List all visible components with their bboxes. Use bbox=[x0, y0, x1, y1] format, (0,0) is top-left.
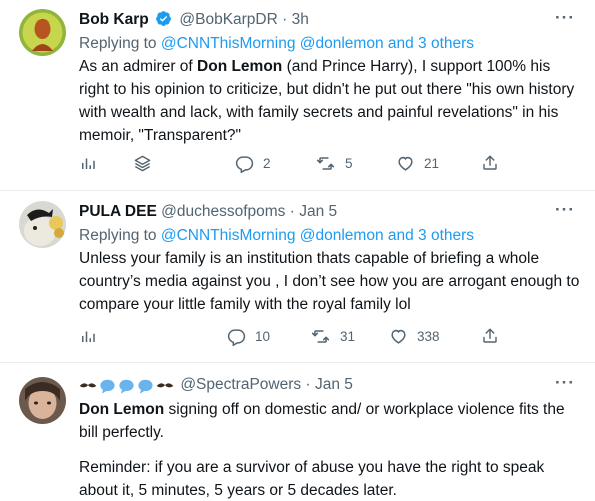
analytics-button[interactable] bbox=[79, 324, 97, 348]
timestamp[interactable]: Jan 5 bbox=[315, 376, 353, 393]
action-bar: 10 31 338 bbox=[79, 324, 499, 348]
tweet-text-paragraph-2: Reminder: if you are a survivor of abuse… bbox=[79, 459, 549, 499]
action-bar: 2 5 21 bbox=[79, 151, 499, 175]
more-icon[interactable]: ··· bbox=[555, 9, 575, 27]
retweet-button[interactable]: 5 bbox=[315, 151, 353, 175]
retweet-icon bbox=[316, 156, 335, 170]
tweet-text: Don Lemon signing off on domestic and/ o… bbox=[79, 398, 583, 444]
author-handle[interactable]: @BobKarpDR bbox=[179, 11, 277, 28]
speech-bubble-emoji-icon bbox=[100, 379, 115, 394]
verified-badge-icon bbox=[155, 10, 172, 34]
replying-prefix: Replying to bbox=[79, 35, 157, 52]
reply-button[interactable]: 2 bbox=[235, 151, 271, 175]
retweet-button[interactable]: 31 bbox=[310, 324, 355, 348]
share-icon bbox=[483, 328, 497, 343]
reply-icon bbox=[227, 328, 246, 346]
mention-bold: Don Lemon bbox=[197, 58, 283, 75]
replying-to-line: Replying to @CNNThisMorning @donlemon an… bbox=[79, 33, 585, 55]
more-icon[interactable]: ··· bbox=[555, 201, 575, 219]
separator-dot: · bbox=[282, 11, 288, 28]
like-count: 338 bbox=[417, 328, 440, 344]
stack-button[interactable] bbox=[133, 151, 152, 175]
like-button[interactable]: 21 bbox=[396, 151, 439, 175]
replying-to-links[interactable]: @CNNThisMorning @donlemon and 3 others bbox=[161, 35, 474, 52]
avatar-image bbox=[19, 377, 66, 424]
timeline: Bob Karp @BobKarpDR · 3h ··· Replying to… bbox=[0, 0, 595, 501]
author-name[interactable]: PULA DEE bbox=[79, 203, 157, 220]
like-icon bbox=[391, 329, 406, 344]
author-handle[interactable]: @SpectraPowers bbox=[180, 376, 301, 393]
retweet-count: 31 bbox=[340, 328, 356, 344]
replying-to-links[interactable]: @CNNThisMorning @donlemon and 3 others bbox=[161, 227, 474, 244]
tweet-text: Unless your family is an institution tha… bbox=[79, 250, 584, 313]
analytics-icon bbox=[82, 331, 95, 342]
tweet-header: @SpectraPowers · Jan 5 ··· bbox=[79, 374, 575, 396]
analytics-icon bbox=[82, 158, 95, 169]
mustache-emoji-icon bbox=[156, 383, 174, 388]
share-button[interactable] bbox=[481, 151, 499, 175]
like-button[interactable]: 338 bbox=[389, 324, 440, 348]
retweet-icon bbox=[311, 329, 330, 343]
replying-prefix: Replying to bbox=[79, 227, 157, 244]
speech-bubble-emoji-icon bbox=[138, 379, 153, 394]
tweet-header: PULA DEE @duchessofpoms · Jan 5 ··· bbox=[79, 201, 575, 223]
avatar[interactable] bbox=[19, 9, 66, 56]
avatar[interactable] bbox=[19, 201, 66, 248]
analytics-button[interactable] bbox=[79, 151, 97, 175]
avatar-image bbox=[19, 9, 66, 56]
share-icon bbox=[483, 155, 497, 170]
like-icon bbox=[398, 156, 413, 171]
author-name[interactable]: Bob Karp bbox=[79, 11, 149, 28]
display-name-emoji[interactable] bbox=[79, 378, 174, 395]
avatar[interactable] bbox=[19, 377, 66, 424]
retweet-count: 5 bbox=[345, 155, 353, 171]
timestamp[interactable]: 3h bbox=[292, 11, 309, 28]
stack-icon bbox=[134, 155, 151, 171]
timestamp[interactable]: Jan 5 bbox=[299, 203, 337, 220]
tweet-text: As an admirer of Don Lemon (and Prince H… bbox=[79, 55, 583, 147]
reply-button[interactable]: 10 bbox=[227, 324, 270, 348]
share-button[interactable] bbox=[481, 324, 499, 348]
speech-bubble-emoji-icon bbox=[119, 379, 134, 394]
avatar-image bbox=[19, 201, 66, 248]
reply-count: 10 bbox=[255, 328, 271, 344]
mention-bold: Don Lemon bbox=[79, 401, 165, 418]
reply-count: 2 bbox=[263, 155, 271, 171]
reply-icon bbox=[235, 155, 254, 173]
tweet-text-part: As an admirer of bbox=[79, 58, 198, 75]
separator-dot: · bbox=[289, 203, 295, 220]
separator-dot: · bbox=[305, 376, 311, 393]
replying-to-line: Replying to @CNNThisMorning @donlemon an… bbox=[79, 225, 585, 247]
more-icon[interactable]: ··· bbox=[555, 374, 575, 392]
mustache-emoji-icon bbox=[79, 383, 97, 388]
author-handle[interactable]: @duchessofpoms bbox=[161, 203, 285, 220]
like-count: 21 bbox=[424, 155, 440, 171]
tweet-header: Bob Karp @BobKarpDR · 3h ··· bbox=[79, 9, 575, 31]
